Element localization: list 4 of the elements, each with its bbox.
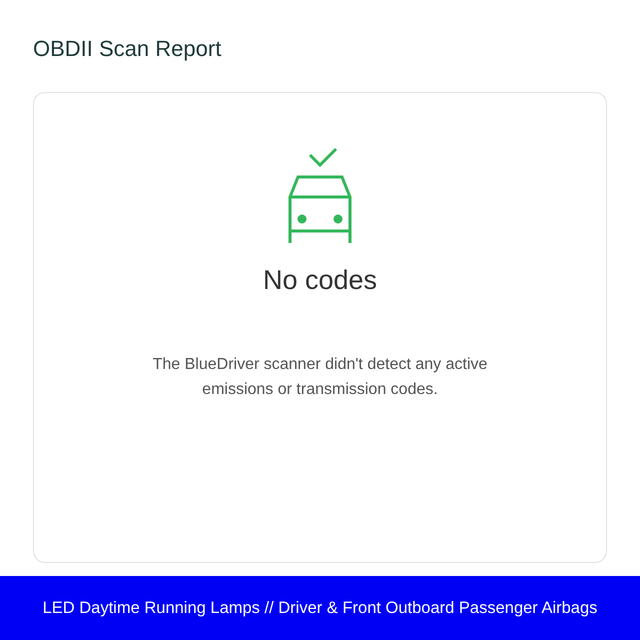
page-title: OBDII Scan Report <box>33 36 222 62</box>
result-message: The BlueDriver scanner didn't detect any active emissions or transmission codes. <box>152 355 488 400</box>
caption-text: LED Daytime Running Lamps // Driver & Front Outboard Passenger Airbags <box>42 598 598 618</box>
result-heading: No codes <box>262 265 378 296</box>
